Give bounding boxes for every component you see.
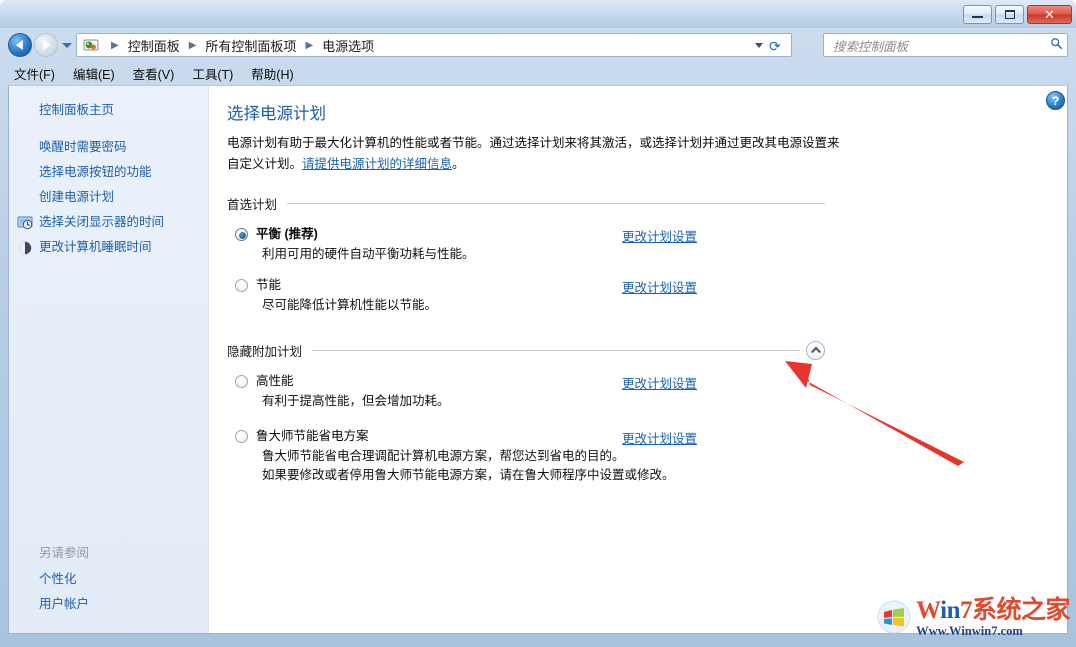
watermark-title: Win7系统之家 <box>916 598 1070 623</box>
watermark-seven: 7 <box>960 597 972 624</box>
section-header-preferred-plans: 首选计划 <box>227 194 825 213</box>
plan-radio-balanced[interactable] <box>235 228 248 241</box>
plan-radio-power-saver[interactable] <box>235 279 248 292</box>
back-button[interactable] <box>8 33 32 57</box>
sidebar-item-require-password[interactable]: 唤醒时需要密码 <box>9 135 208 160</box>
see-also-section: 另请参阅 个性化 用户帐户 <box>9 539 208 617</box>
chevron-up-icon[interactable] <box>806 341 825 360</box>
minimize-icon <box>972 16 983 18</box>
sidebar: 控制面板主页 唤醒时需要密码 选择电源按钮的功能 创建电源计划 <box>9 86 209 633</box>
plan-row-ludashi-saver[interactable]: 鲁大师节能省电方案 鲁大师节能省电合理调配计算机电源方案，帮您达到省电的目的。 … <box>227 428 987 485</box>
page-title: 选择电源计划 <box>227 100 1067 124</box>
plan-row-high-performance[interactable]: 高性能 有利于提高性能，但会增加功耗。 更改计划设置 <box>227 373 987 411</box>
navigation-bar: ▶ 控制面板 ▶ 所有控制面板项 ▶ 电源选项 ⟳ 搜索控制面板 <box>0 28 1076 62</box>
monitor-clock-icon <box>17 215 33 231</box>
change-plan-settings-link-balanced[interactable]: 更改计划设置 <box>622 226 697 245</box>
search-input[interactable]: 搜索控制面板 <box>824 36 1045 55</box>
breadcrumb-item-2[interactable]: 电源选项 <box>320 36 376 55</box>
sidebar-item-change-sleep-time[interactable]: 更改计算机睡眠时间 <box>9 235 208 260</box>
intro-text-part2: 。 <box>452 157 465 171</box>
window-controls: ✕ <box>963 5 1072 24</box>
plan-row-power-saver[interactable]: 节能 尽可能降低计算机性能以节能。 更改计划设置 <box>227 277 987 315</box>
control-panel-icon <box>83 37 99 53</box>
refresh-icon[interactable]: ⟳ <box>769 38 785 54</box>
breadcrumb-separator-0: ▶ <box>104 40 126 51</box>
breadcrumb-item-1[interactable]: 所有控制面板项 <box>203 36 298 55</box>
plan-radio-ludashi-saver[interactable] <box>235 430 248 443</box>
watermark-chinese: 系统之家 <box>972 597 1070 624</box>
plan-description-line-2: 如果要修改或者停用鲁大师节能电源方案，请在鲁大师程序中设置或修改。 <box>256 466 987 485</box>
see-also-title: 另请参阅 <box>9 539 208 567</box>
menu-bar: 文件(F) 编辑(E) 查看(V) 工具(T) 帮助(H) <box>0 62 1076 85</box>
change-plan-settings-link-power-saver[interactable]: 更改计划设置 <box>622 277 697 296</box>
menu-item-edit[interactable]: 编辑(E) <box>73 64 115 83</box>
sidebar-links: 控制面板主页 唤醒时需要密码 选择电源按钮的功能 创建电源计划 <box>9 86 208 260</box>
main-content: 选择电源计划 电源计划有助于最大化计算机的性能或者节能。通过选择计划来将其激活，… <box>209 86 1067 633</box>
sidebar-item-create-power-plan[interactable]: 创建电源计划 <box>9 185 208 210</box>
search-box[interactable]: 搜索控制面板 <box>823 33 1068 57</box>
plan-description-line-1: 鲁大师节能省电合理调配计算机电源方案，帮您达到省电的目的。 <box>256 447 987 466</box>
section-header-hide-additional-plans: 隐藏附加计划 <box>227 341 825 360</box>
breadcrumb-item-0[interactable]: 控制面板 <box>126 36 182 55</box>
plan-row-balanced[interactable]: 平衡 (推荐) 利用可用的硬件自动平衡功耗与性能。 更改计划设置 <box>227 226 987 264</box>
breadcrumb-separator-1: ▶ <box>182 40 204 51</box>
section-divider <box>312 350 800 351</box>
watermark-w: W <box>916 597 940 624</box>
see-also-item-personalization[interactable]: 个性化 <box>9 567 208 592</box>
see-also-item-user-accounts[interactable]: 用户帐户 <box>9 592 208 617</box>
watermark-url: Www.Winwin7.com <box>916 625 1023 638</box>
change-plan-settings-link-ludashi-saver[interactable]: 更改计划设置 <box>622 428 697 447</box>
intro-text: 电源计划有助于最大化计算机的性能或者节能。通过选择计划来将其激活，或选择计划并通… <box>227 133 845 175</box>
maximize-button[interactable] <box>995 5 1024 24</box>
sidebar-item-label: 更改计算机睡眠时间 <box>39 240 152 254</box>
section-divider <box>287 203 825 204</box>
menu-item-file[interactable]: 文件(F) <box>14 64 55 83</box>
address-bar[interactable]: ▶ 控制面板 ▶ 所有控制面板项 ▶ 电源选项 ⟳ <box>76 33 792 57</box>
plan-description: 利用可用的硬件自动平衡功耗与性能。 <box>256 245 987 264</box>
title-bar: ✕ <box>0 0 1076 28</box>
minimize-button[interactable] <box>963 5 992 24</box>
forward-arrow-icon <box>43 40 50 50</box>
client-area: 控制面板主页 唤醒时需要密码 选择电源按钮的功能 创建电源计划 <box>8 85 1068 634</box>
watermark-in: in <box>940 597 960 624</box>
sidebar-item-control-panel-home[interactable]: 控制面板主页 <box>9 98 208 123</box>
plan-radio-high-performance[interactable] <box>235 375 248 388</box>
close-icon: ✕ <box>1044 8 1055 21</box>
plan-description: 有利于提高性能，但会增加功耗。 <box>256 392 987 411</box>
plan-description: 尽可能降低计算机性能以节能。 <box>256 296 987 315</box>
forward-button[interactable] <box>34 33 58 57</box>
address-dropdown-icon[interactable] <box>755 43 763 48</box>
history-dropdown-icon[interactable] <box>62 43 72 48</box>
help-button[interactable]: ? <box>1046 91 1065 110</box>
menu-item-help[interactable]: 帮助(H) <box>251 64 293 83</box>
watermark: Win7系统之家 Www.Winwin7.com <box>877 598 1070 638</box>
watermark-text: Win7系统之家 Www.Winwin7.com <box>916 598 1070 638</box>
sleep-moon-icon <box>17 240 33 256</box>
search-icon <box>1045 37 1067 53</box>
sidebar-item-label: 选择关闭显示器的时间 <box>39 215 164 229</box>
maximize-icon <box>1005 10 1015 19</box>
breadcrumb-separator-2: ▶ <box>298 40 320 51</box>
windows-flag-logo <box>877 600 911 634</box>
change-plan-settings-link-high-performance[interactable]: 更改计划设置 <box>622 373 697 392</box>
close-button[interactable]: ✕ <box>1027 5 1072 24</box>
sidebar-item-power-button-action[interactable]: 选择电源按钮的功能 <box>9 160 208 185</box>
menu-item-view[interactable]: 查看(V) <box>133 64 175 83</box>
section-label: 首选计划 <box>227 194 277 213</box>
explorer-window: ✕ ▶ 控制面板 ▶ 所有控制面板项 ▶ <box>0 0 1076 647</box>
sidebar-item-choose-display-off-time[interactable]: 选择关闭显示器的时间 <box>9 210 208 235</box>
section-label: 隐藏附加计划 <box>227 341 302 360</box>
back-arrow-icon <box>16 40 23 50</box>
menu-item-tools[interactable]: 工具(T) <box>192 64 233 83</box>
power-plan-details-link[interactable]: 请提供电源计划的详细信息 <box>302 157 452 171</box>
